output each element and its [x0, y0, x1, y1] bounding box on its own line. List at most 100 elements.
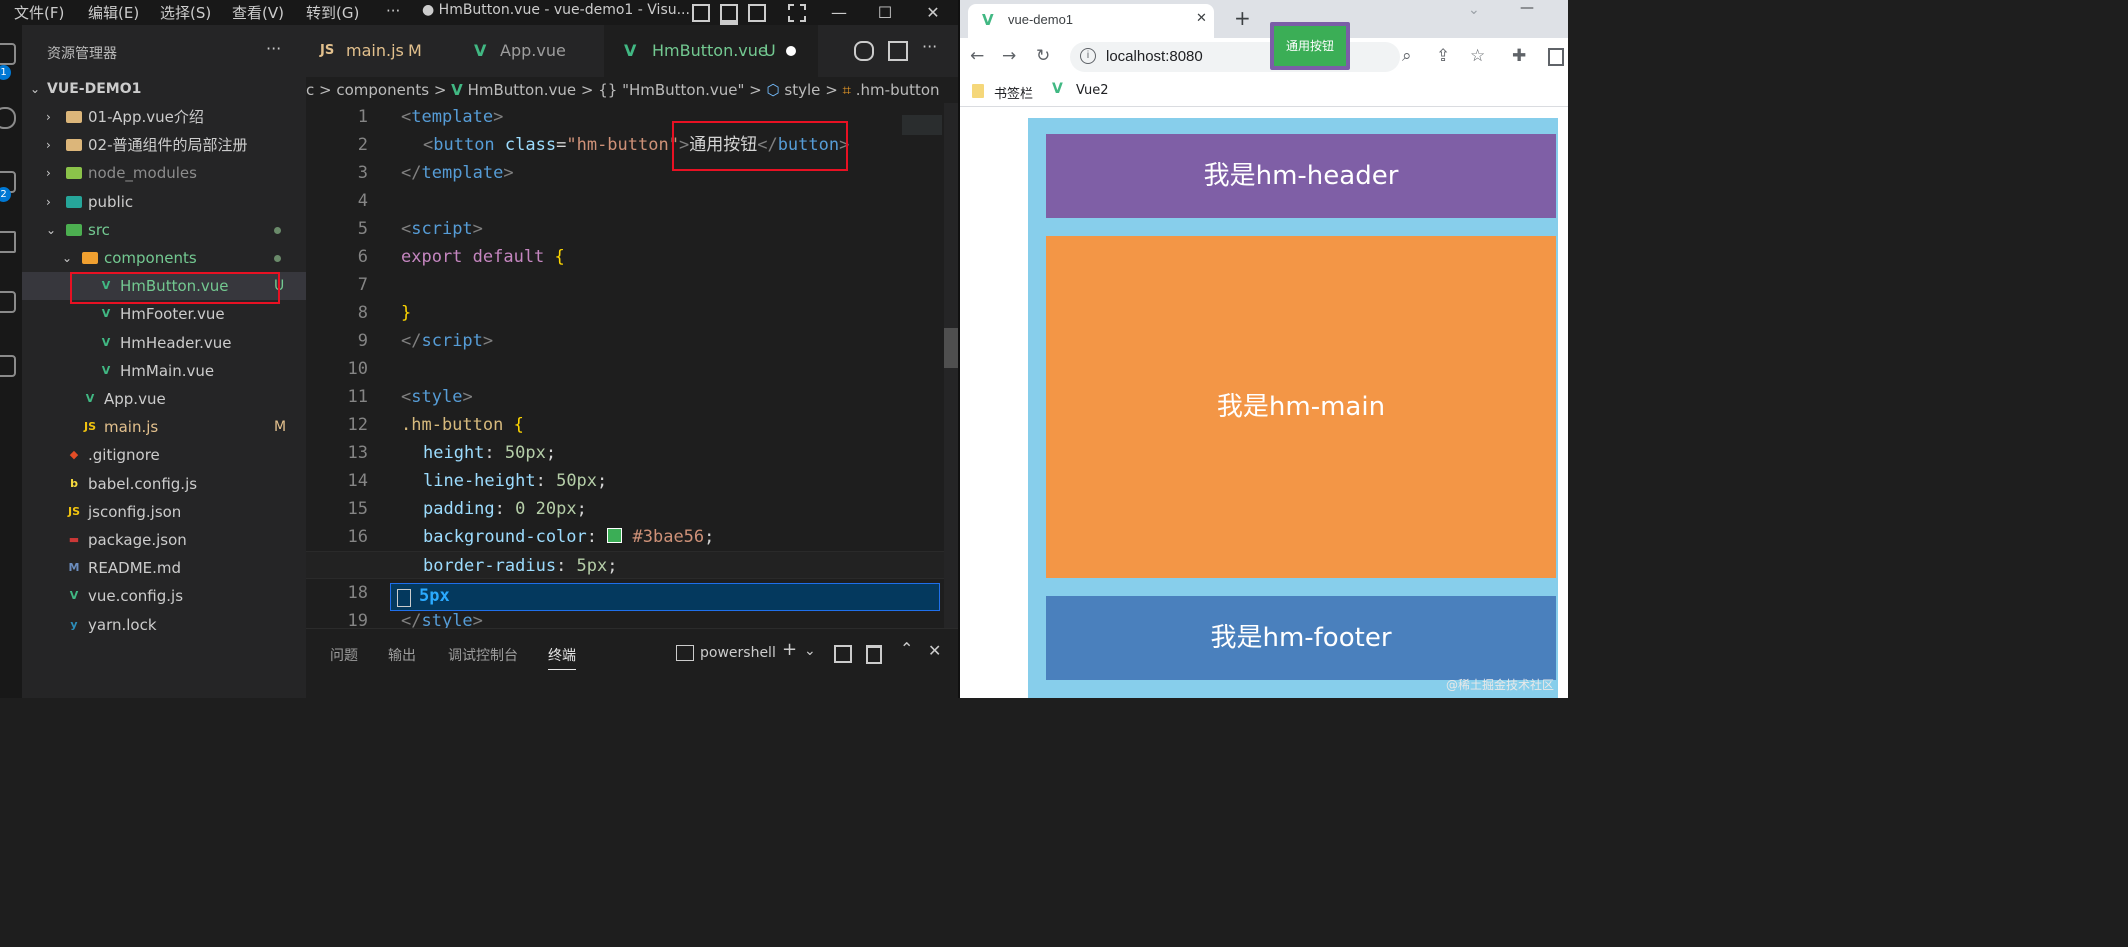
code-token: { — [554, 247, 565, 267]
url-text[interactable]: localhost:8080 — [1106, 48, 1203, 65]
explorer-item[interactable]: ▬ package.json — [22, 526, 306, 554]
breadcrumb-style[interactable]: style — [784, 81, 820, 99]
explorer-more-button[interactable]: ··· — [266, 39, 281, 58]
menu-more[interactable]: ··· — [386, 2, 400, 20]
layout-panel-icon[interactable] — [720, 4, 738, 26]
explorer-item[interactable]: › node_modules — [22, 159, 306, 187]
close-panel-icon[interactable]: ✕ — [928, 641, 941, 660]
tab-terminal[interactable]: 终端 — [548, 645, 576, 670]
scrollbar-thumb[interactable] — [944, 328, 958, 368]
new-tab-button[interactable]: + — [1234, 6, 1251, 30]
explorer-item[interactable]: JS jsconfig.json — [22, 498, 306, 526]
extensions-icon[interactable] — [0, 291, 16, 313]
tab-debug-console[interactable]: 调试控制台 — [448, 645, 518, 665]
git-status-badge: M — [274, 419, 287, 436]
explorer-item[interactable]: Vvue.config.js — [22, 582, 306, 610]
remote-explorer-icon[interactable] — [0, 355, 16, 377]
menu-selection[interactable]: 选择(S) — [160, 2, 211, 23]
root-folder-row[interactable]: ⌄ VUE-DEMO1 — [22, 75, 306, 103]
explorer-item[interactable]: V App.vue — [22, 385, 306, 413]
extensions-icon[interactable]: ✚ — [1512, 46, 1526, 66]
share-icon[interactable]: ⇪ — [1436, 46, 1450, 66]
breadcrumb-selector[interactable]: .hm-button — [856, 81, 940, 99]
new-terminal-icon[interactable]: + — [782, 639, 797, 660]
layout-sidebar-icon[interactable] — [692, 4, 710, 22]
explorer-item[interactable]: › public — [22, 188, 306, 216]
menu-edit[interactable]: 编辑(E) — [88, 2, 139, 23]
customize-layout-icon[interactable] — [788, 4, 806, 22]
explorer-item[interactable]: JS main.js M — [22, 413, 306, 441]
folder-icon — [66, 111, 82, 123]
bookmark-star-icon[interactable]: ☆ — [1470, 46, 1485, 66]
back-icon[interactable]: ← — [970, 46, 984, 66]
maximize-button[interactable]: ☐ — [862, 0, 908, 25]
breadcrumb-folder[interactable]: c > components — [306, 81, 429, 99]
split-terminal-icon[interactable] — [834, 645, 852, 663]
browser-tab[interactable]: V vue-demo1 ✕ — [968, 4, 1214, 38]
run-debug-icon[interactable] — [0, 231, 16, 253]
open-changes-icon[interactable] — [854, 41, 874, 61]
terminal-shell-label[interactable]: powershell — [700, 645, 776, 661]
breadcrumb-separator: > — [825, 81, 838, 99]
minimize-icon[interactable]: — — [1520, 0, 1534, 16]
chevron-right-icon: › — [46, 138, 51, 153]
layout-secondary-icon[interactable] — [748, 4, 766, 22]
minimize-button[interactable]: — — [816, 0, 862, 25]
menu-view[interactable]: 查看(V) — [232, 2, 284, 23]
chevron-down-icon[interactable]: ⌄ — [1468, 2, 1480, 18]
breadcrumb-module[interactable]: {} "HmButton.vue" — [598, 81, 744, 99]
trash-icon[interactable] — [866, 645, 882, 664]
explorer-item[interactable]: y yarn.lock — [22, 611, 306, 639]
code-token: script — [411, 219, 473, 239]
code-editor[interactable]: 12345678910111213141516171819 <template>… — [306, 103, 958, 628]
tab-main-js[interactable]: JS main.js M — [306, 25, 456, 77]
tab-close-icon[interactable]: ✕ — [1196, 11, 1207, 26]
split-editor-icon[interactable] — [888, 41, 908, 61]
info-icon[interactable]: i — [1080, 48, 1096, 64]
explorer-item[interactable]: ⌄ components — [22, 244, 306, 272]
menu-go[interactable]: 转到(G) — [306, 2, 359, 23]
explorer-item[interactable]: V HmMain.vue — [22, 357, 306, 385]
code-token: script — [421, 331, 483, 351]
explorer-badge: 1 — [0, 65, 11, 80]
tab-app-vue[interactable]: V App.vue — [456, 25, 604, 77]
explorer-item[interactable]: V HmHeader.vue — [22, 329, 306, 357]
side-panel-icon[interactable] — [1548, 48, 1564, 66]
explorer-item[interactable]: b babel.config.js — [22, 470, 306, 498]
explorer-item-label: public — [88, 192, 134, 211]
explorer-item[interactable]: ◆ .gitignore — [22, 441, 306, 469]
suggestion-item[interactable]: 5px — [419, 586, 450, 606]
unsaved-dot-icon[interactable] — [786, 46, 796, 56]
tab-hmbutton-vue[interactable]: V HmButton.vue U — [604, 25, 818, 77]
breadcrumb-file[interactable]: HmButton.vue — [468, 81, 577, 99]
tab-output[interactable]: 输出 — [388, 645, 416, 665]
explorer-item[interactable]: › 01-App.vue介绍 — [22, 103, 306, 131]
minimap[interactable] — [902, 115, 942, 135]
explorer-item[interactable]: V HmFooter.vue — [22, 300, 306, 328]
zoom-icon[interactable]: ⌕ — [1402, 46, 1412, 66]
explorer-icon[interactable] — [0, 43, 16, 65]
explorer-item[interactable]: M README.md — [22, 554, 306, 582]
src-folder-icon — [66, 223, 82, 236]
folder-icon — [66, 139, 82, 152]
explorer-item[interactable]: › 02-普通组件的局部注册 — [22, 131, 306, 159]
search-icon[interactable] — [0, 107, 16, 129]
code-token: 5px — [576, 556, 608, 576]
js-icon: JS — [83, 420, 96, 434]
color-swatch-icon[interactable] — [607, 528, 623, 543]
forward-icon[interactable]: → — [1002, 46, 1016, 66]
explorer-item[interactable]: ⌄ src — [22, 216, 306, 244]
suggestion-widget[interactable]: 5px — [390, 583, 940, 611]
hm-button[interactable]: 通用按钮 — [1270, 22, 1350, 70]
address-bar[interactable]: i localhost:8080 — [1070, 42, 1400, 72]
menu-file[interactable]: 文件(F) — [14, 2, 64, 23]
chevron-up-icon[interactable]: ⌃ — [900, 639, 913, 658]
bookmark-folder-label[interactable]: 书签栏 — [994, 83, 1033, 102]
code-token: style — [421, 611, 473, 628]
editor-more-button[interactable]: ··· — [922, 37, 937, 56]
close-window-button[interactable]: ✕ — [910, 0, 956, 25]
tab-problems[interactable]: 问题 — [330, 645, 358, 665]
reload-icon[interactable]: ↻ — [1036, 46, 1050, 66]
chevron-down-icon[interactable]: ⌄ — [804, 643, 816, 659]
bookmark-vue2[interactable]: Vue2 — [1076, 83, 1109, 98]
